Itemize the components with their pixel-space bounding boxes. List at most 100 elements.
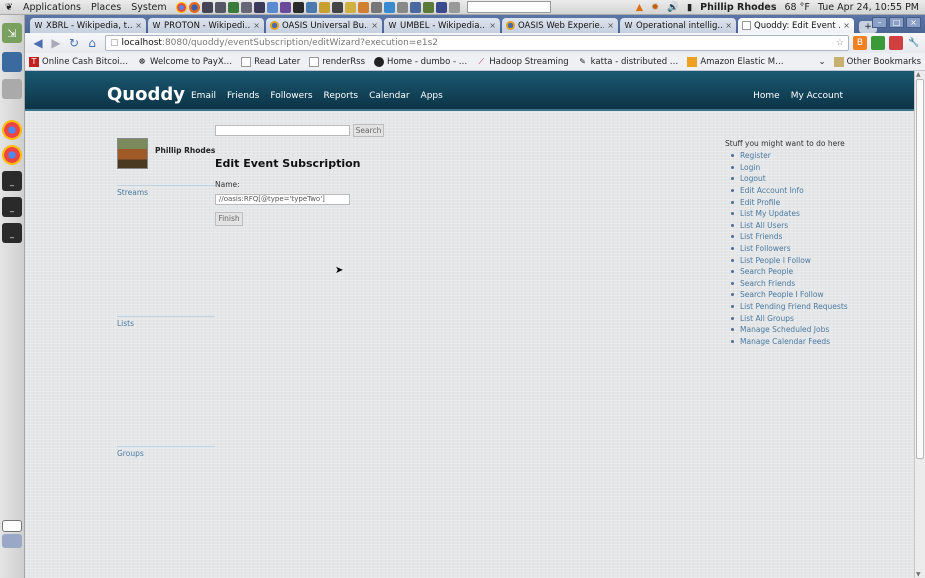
close-tab-icon[interactable]: × xyxy=(135,21,142,30)
browser-tab[interactable]: OASIS Universal Bu… × xyxy=(266,18,382,33)
dock-launcher-icon[interactable]: ⇲ xyxy=(2,23,22,43)
extension-icon[interactable] xyxy=(871,36,885,50)
name-field[interactable]: //oasis:RFQ[@type='typeTwo'] xyxy=(215,194,350,205)
link-edit-account-info[interactable]: Edit Account Info xyxy=(731,185,848,197)
link-list-followers[interactable]: List Followers xyxy=(731,243,848,255)
nav-my-account[interactable]: My Account xyxy=(791,91,843,101)
browser-tab-active[interactable]: Quoddy: Edit Event … × xyxy=(738,18,854,33)
close-tab-icon[interactable]: × xyxy=(607,21,614,30)
app-launcher-icon[interactable] xyxy=(422,1,434,13)
link-search-people-i-follow[interactable]: Search People I Follow xyxy=(731,289,848,301)
app-launcher-icon[interactable] xyxy=(214,1,226,13)
dock-terminal-icon[interactable]: _ xyxy=(2,197,22,217)
settings-icon[interactable]: ✹ xyxy=(651,2,659,13)
site-logo[interactable]: Quoddy xyxy=(107,84,185,105)
close-tab-icon[interactable]: × xyxy=(843,21,850,30)
volume-icon[interactable]: 🔊 xyxy=(667,2,679,13)
app-launcher-icon[interactable] xyxy=(396,1,408,13)
user-name[interactable]: Phillip Rhodes xyxy=(155,146,215,155)
app-launcher-icon[interactable] xyxy=(370,1,382,13)
panel-user-name[interactable]: Phillip Rhodes xyxy=(700,2,776,13)
bookmark[interactable]: ☸ Welcome to PayX… xyxy=(137,57,232,67)
scrollbar-thumb[interactable] xyxy=(916,79,924,459)
dock-chrome-icon[interactable] xyxy=(2,120,22,140)
scroll-up-icon[interactable]: ▲ xyxy=(916,71,921,78)
app-launcher-icon[interactable] xyxy=(227,1,239,13)
chrome-launcher-icon[interactable] xyxy=(175,1,187,13)
extension-icon[interactable] xyxy=(889,36,903,50)
panel-clock[interactable]: Tue Apr 24, 10:55 PM xyxy=(818,2,919,13)
chevron-down-icon[interactable]: ⌄ xyxy=(819,57,826,67)
bookmark[interactable]: renderRss xyxy=(309,56,365,67)
bookmark[interactable]: Home - dumbo - … xyxy=(374,56,467,67)
link-list-pending-friend-requests[interactable]: List Pending Friend Requests xyxy=(731,301,848,313)
app-launcher-icon[interactable] xyxy=(409,1,421,13)
reload-icon[interactable]: ↻ xyxy=(65,35,83,51)
firefox-launcher-icon[interactable] xyxy=(188,1,200,13)
blogger-extension-icon[interactable]: B xyxy=(853,36,867,50)
bookmark[interactable]: ⟋ Hadoop Streaming xyxy=(476,57,568,67)
network-icon[interactable]: ▮ xyxy=(687,2,692,13)
nav-apps[interactable]: Apps xyxy=(421,91,443,101)
link-list-all-groups[interactable]: List All Groups xyxy=(731,312,848,324)
address-bar[interactable]: ▢ localhost:8080/quoddy/eventSubscriptio… xyxy=(105,35,849,51)
app-launcher-icon[interactable] xyxy=(253,1,265,13)
nav-friends[interactable]: Friends xyxy=(227,91,259,101)
app-launcher-icon[interactable] xyxy=(344,1,356,13)
bookmark[interactable]: Amazon Elastic M… xyxy=(687,56,784,67)
maximize-icon[interactable]: □ xyxy=(889,17,904,28)
app-launcher-icon[interactable] xyxy=(448,1,460,13)
dock-workspace-icon[interactable] xyxy=(2,52,22,72)
app-launcher-icon[interactable] xyxy=(331,1,343,13)
browser-tab[interactable]: W PROTON - Wikipedi… × xyxy=(148,18,264,33)
gnome-foot-icon[interactable]: ❦ xyxy=(0,2,18,13)
link-edit-profile[interactable]: Edit Profile xyxy=(731,196,848,208)
close-tab-icon[interactable]: × xyxy=(253,21,260,30)
sidebar-streams[interactable]: Streams xyxy=(117,188,148,197)
link-list-my-updates[interactable]: List My Updates xyxy=(731,208,848,220)
link-search-friends[interactable]: Search Friends xyxy=(731,278,848,290)
scroll-down-icon[interactable]: ▼ xyxy=(916,571,921,578)
app-launcher-icon[interactable] xyxy=(357,1,369,13)
dock-terminal-icon[interactable]: _ xyxy=(2,171,22,191)
link-list-friends[interactable]: List Friends xyxy=(731,231,848,243)
link-logout[interactable]: Logout xyxy=(731,173,848,185)
close-tab-icon[interactable]: × xyxy=(725,21,732,30)
sidebar-groups[interactable]: Groups xyxy=(117,449,144,458)
site-search-input[interactable] xyxy=(215,125,350,136)
minimize-icon[interactable]: – xyxy=(872,17,887,28)
other-bookmarks[interactable]: Other Bookmarks xyxy=(833,56,921,67)
dock-active-window-icon[interactable] xyxy=(2,534,22,548)
nav-calendar[interactable]: Calendar xyxy=(369,91,409,101)
wrench-icon[interactable]: 🔧 xyxy=(907,36,921,50)
browser-tab[interactable]: W Operational intellig… × xyxy=(620,18,736,33)
app-launcher-icon[interactable] xyxy=(383,1,395,13)
places-menu[interactable]: Places xyxy=(86,2,126,13)
close-tab-icon[interactable]: × xyxy=(489,21,496,30)
nav-email[interactable]: Email xyxy=(191,91,216,101)
browser-tab[interactable]: OASIS Web Experie… × xyxy=(502,18,618,33)
browser-tab[interactable]: W UMBEL - Wikipedia… × xyxy=(384,18,500,33)
app-launcher-icon[interactable] xyxy=(279,1,291,13)
page-scrollbar[interactable]: ▲ ▼ xyxy=(914,71,925,578)
back-arrow-icon[interactable]: ◀ xyxy=(29,35,47,51)
link-login[interactable]: Login xyxy=(731,162,848,174)
dock-terminal-icon[interactable]: _ xyxy=(2,223,22,243)
sidebar-lists[interactable]: Lists xyxy=(117,319,134,328)
link-manage-calendar-feeds[interactable]: Manage Calendar Feeds xyxy=(731,336,848,348)
nav-followers[interactable]: Followers xyxy=(270,91,312,101)
app-launcher-icon[interactable] xyxy=(240,1,252,13)
avatar[interactable] xyxy=(117,138,148,169)
app-launcher-icon[interactable] xyxy=(318,1,330,13)
nav-home[interactable]: Home xyxy=(753,91,780,101)
link-register[interactable]: Register xyxy=(731,150,848,162)
nav-reports[interactable]: Reports xyxy=(324,91,359,101)
link-manage-scheduled-jobs[interactable]: Manage Scheduled Jobs xyxy=(731,324,848,336)
dock-drive-icon[interactable] xyxy=(2,79,22,99)
browser-tab[interactable]: W XBRL - Wikipedia, t… × xyxy=(30,18,146,33)
system-menu[interactable]: System xyxy=(126,2,171,13)
page-info-icon[interactable]: ▢ xyxy=(110,38,119,48)
weather-readout[interactable]: 68 °F xyxy=(785,2,810,13)
vlc-icon[interactable]: ▲ xyxy=(636,2,643,13)
app-launcher-icon[interactable] xyxy=(266,1,278,13)
